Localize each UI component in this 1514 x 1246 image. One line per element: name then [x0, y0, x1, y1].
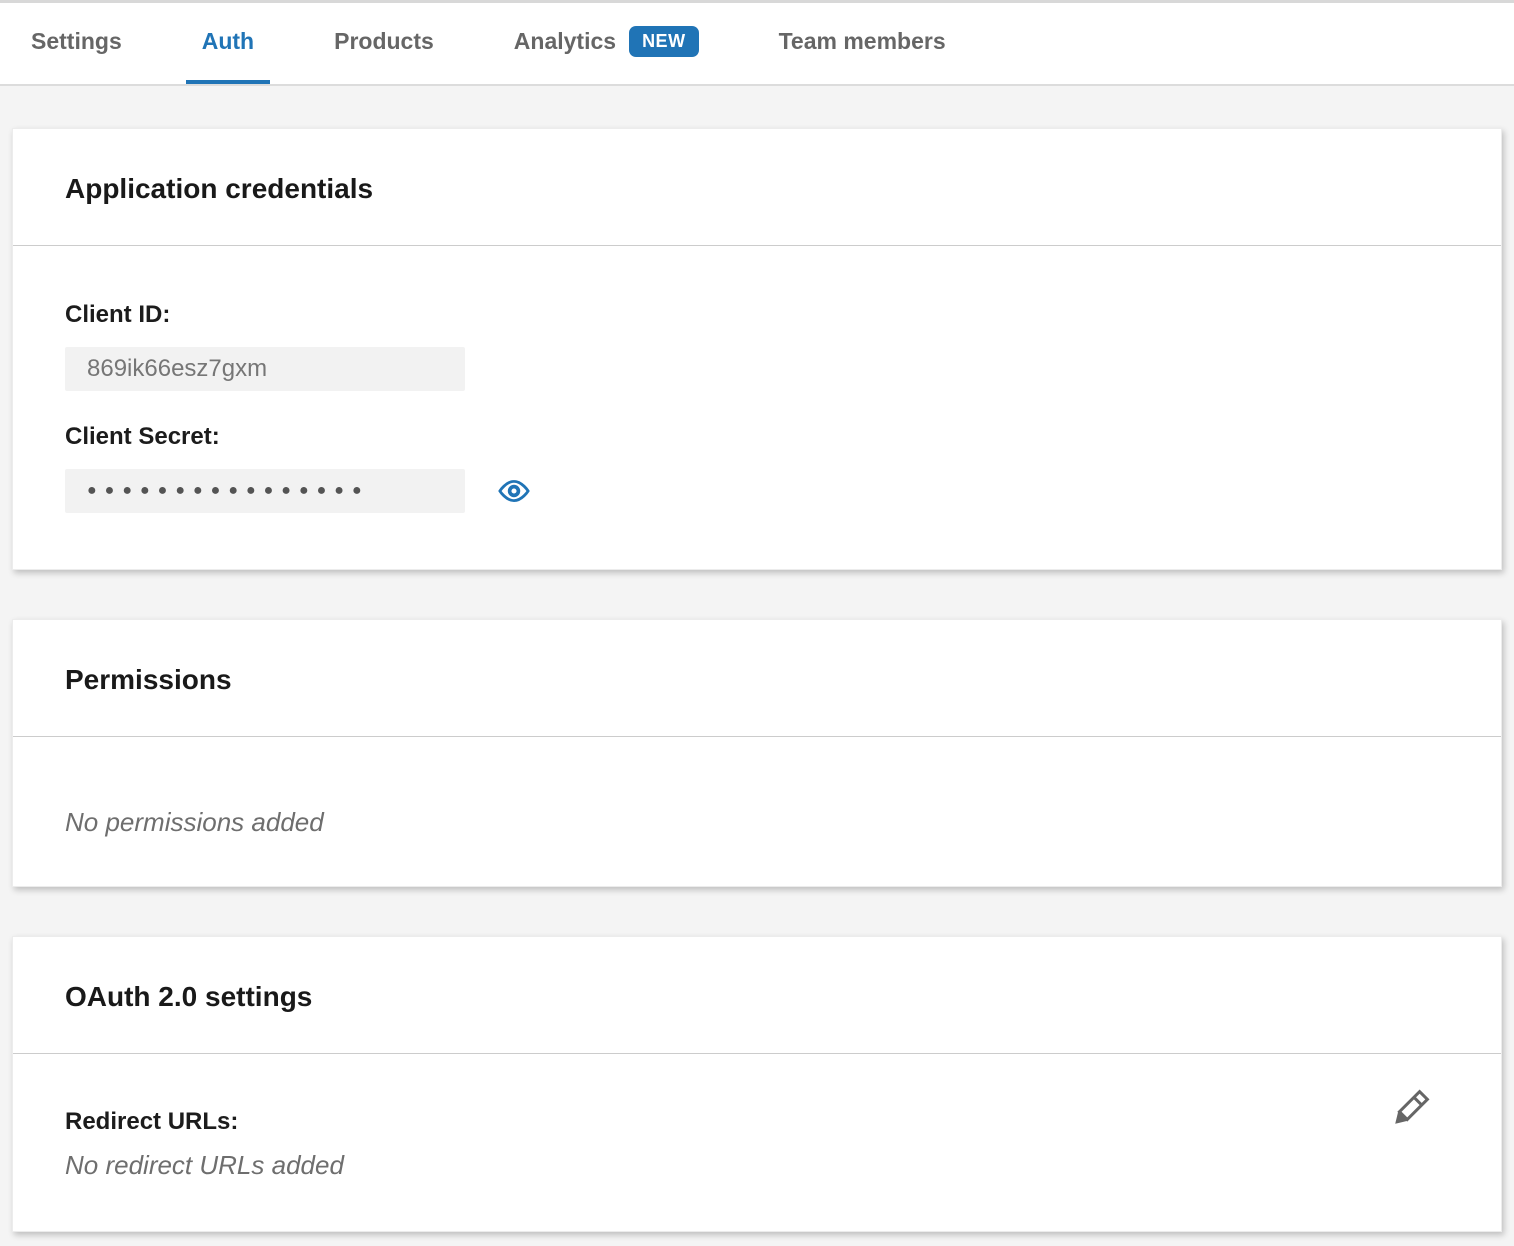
tab-auth-label: Auth: [202, 28, 254, 55]
application-credentials-header: Application credentials: [13, 129, 1501, 246]
oauth-settings-header: OAuth 2.0 settings: [13, 937, 1501, 1054]
tab-team-members-label: Team members: [779, 28, 946, 55]
permissions-title: Permissions: [65, 664, 1449, 696]
tab-settings-label: Settings: [31, 28, 122, 55]
permissions-card: Permissions No permissions added: [12, 619, 1502, 887]
client-secret-input[interactable]: ●●●●●●●●●●●●●●●●: [65, 469, 465, 513]
permissions-empty-text: No permissions added: [65, 807, 1449, 838]
client-secret-row: ●●●●●●●●●●●●●●●●: [65, 469, 1449, 513]
main-content: Application credentials Client ID: 869ik…: [0, 86, 1514, 1246]
application-credentials-title: Application credentials: [65, 173, 1449, 205]
tab-auth[interactable]: Auth: [186, 3, 270, 84]
client-id-value: 869ik66esz7gxm: [87, 355, 267, 383]
tab-team-members[interactable]: Team members: [763, 3, 962, 84]
permissions-header: Permissions: [13, 620, 1501, 737]
client-id-label: Client ID:: [65, 301, 1449, 329]
tab-analytics-label: Analytics: [514, 28, 616, 55]
client-secret-label: Client Secret:: [65, 423, 1449, 451]
client-secret-masked-value: ●●●●●●●●●●●●●●●●: [87, 483, 370, 499]
permissions-body: No permissions added: [13, 737, 1501, 886]
client-id-input[interactable]: 869ik66esz7gxm: [65, 347, 465, 391]
tab-products-label: Products: [334, 28, 434, 55]
pencil-icon[interactable]: [1385, 1086, 1433, 1134]
application-credentials-card: Application credentials Client ID: 869ik…: [12, 128, 1502, 570]
eye-icon[interactable]: [497, 474, 531, 508]
oauth-settings-title: OAuth 2.0 settings: [65, 981, 1449, 1013]
tab-analytics[interactable]: Analytics NEW: [498, 3, 715, 84]
redirect-urls-label: Redirect URLs:: [65, 1108, 1449, 1136]
tab-products[interactable]: Products: [318, 3, 450, 84]
new-badge: NEW: [629, 26, 699, 57]
oauth-settings-body: Redirect URLs: No redirect URLs added: [13, 1054, 1501, 1231]
redirect-urls-empty-text: No redirect URLs added: [65, 1150, 1449, 1181]
oauth-settings-card: OAuth 2.0 settings Redirect URLs: No red…: [12, 936, 1502, 1232]
tab-bar: Settings Auth Products Analytics NEW Tea…: [0, 0, 1514, 86]
tab-settings[interactable]: Settings: [15, 3, 138, 84]
application-credentials-body: Client ID: 869ik66esz7gxm Client Secret:…: [13, 246, 1501, 569]
